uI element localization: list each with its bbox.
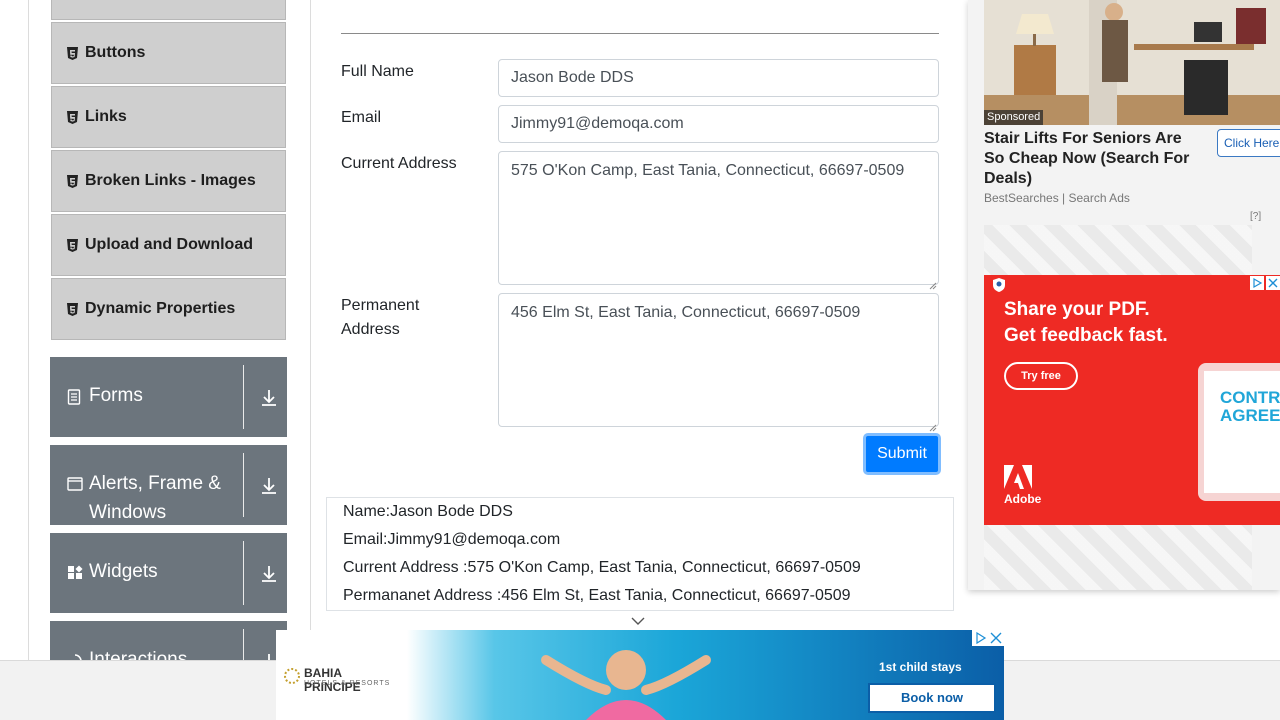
sidebar-item-upload-download[interactable]: Upload and Download <box>51 214 286 276</box>
sidebar-item-label: Dynamic Properties <box>85 300 236 317</box>
output-panel: Name:Jason Bode DDS Email:Jimmy91@demoqa… <box>326 497 954 611</box>
chevron-down-icon[interactable] <box>630 614 646 626</box>
permanent-address-textarea[interactable]: 456 Elm St, East Tania, Connecticut, 666… <box>498 293 939 432</box>
adobe-ad[interactable]: Share your PDF. Get feedback fast. Try f… <box>984 275 1280 525</box>
sidebar-item-label: Upload and Download <box>85 236 253 253</box>
stairlift-ad-source: BestSearches | Search Ads <box>984 191 1130 205</box>
document-icon <box>67 389 83 405</box>
left-divider <box>28 0 29 660</box>
html5-icon <box>66 174 79 188</box>
sidebar-group-interactions[interactable]: Interactions <box>50 621 287 660</box>
sidebar-item-links[interactable]: Links <box>51 86 286 148</box>
document-preview-title: CONTR AGREE <box>1220 389 1280 425</box>
bahia-principe-banner[interactable]: BAHIA PRINCIPE HOTELS & RESORTS 1st chil… <box>276 630 1004 720</box>
privacy-shield-icon[interactable] <box>992 277 1006 298</box>
html5-icon <box>66 238 79 252</box>
group-label: Forms <box>89 385 143 406</box>
sidebar-group-forms[interactable]: Forms <box>50 357 287 437</box>
output-email: Email:Jimmy91@demoqa.com <box>343 531 561 548</box>
widgets-icon <box>67 565 83 581</box>
group-label: Interactions <box>89 649 188 660</box>
group-label: Alerts, Frame & <box>89 473 221 494</box>
group-divider <box>243 453 244 517</box>
submit-button[interactable]: Submit <box>863 433 941 475</box>
bahia-principe-logo: BAHIA PRINCIPE HOTELS & RESORTS <box>276 630 396 720</box>
html5-icon <box>66 46 79 60</box>
window-icon <box>67 477 83 493</box>
sidebar-item-previous[interactable] <box>51 0 286 20</box>
current-address-value: 575 O'Kon Camp, East Tania, Connecticut,… <box>511 162 905 179</box>
adobe-ad-headline: Share your PDF. Get feedback fast. <box>1004 297 1168 349</box>
stairlift-ad-title[interactable]: Stair Lifts For Seniors Are So Cheap Now… <box>984 129 1204 189</box>
close-icon[interactable] <box>1266 276 1280 295</box>
resize-handle-icon[interactable] <box>929 275 937 290</box>
sidebar-item-label: Buttons <box>85 44 146 61</box>
group-divider <box>243 629 244 660</box>
form-separator <box>341 33 939 34</box>
html5-icon <box>66 110 79 124</box>
adobe-brand-label: Adobe <box>1004 492 1042 506</box>
page: Buttons Links Broken Links - Images Uplo… <box>0 0 1280 720</box>
sidebar: Buttons Links Broken Links - Images Uplo… <box>50 0 287 660</box>
group-label-line-2: Windows <box>89 502 167 523</box>
sidebar-item-dynamic-properties[interactable]: Dynamic Properties <box>51 278 286 340</box>
permanent-address-value: 456 Elm St, East Tania, Connecticut, 666… <box>511 304 861 321</box>
ad-column: Sponsored Stair Lifts For Seniors Are So… <box>968 0 1280 590</box>
ad-help-link[interactable]: [?] <box>1250 211 1261 222</box>
close-icon[interactable] <box>988 630 1004 646</box>
banner-tagline: 1st child stays <box>879 660 962 674</box>
adobe-ad-headline-line-1: Share your PDF. <box>1004 299 1150 320</box>
click-here-button[interactable]: Click Here <box>1217 129 1280 157</box>
group-divider <box>243 541 244 605</box>
sidebar-group-alerts[interactable]: Alerts, Frame & Windows <box>50 445 287 525</box>
full-name-label: Full Name <box>341 63 414 80</box>
permanent-address-label-line-2: Address <box>341 321 400 338</box>
group-label: Widgets <box>89 561 158 582</box>
current-address-textarea[interactable]: 575 O'Kon Camp, East Tania, Connecticut,… <box>498 151 939 290</box>
resize-handle-icon[interactable] <box>929 417 937 432</box>
output-current-address: Current Address :575 O'Kon Camp, East Ta… <box>343 559 861 576</box>
sidebar-group-widgets[interactable]: Widgets <box>50 533 287 613</box>
download-arrow-icon[interactable] <box>260 564 280 584</box>
sidebar-item-label: Broken Links - Images <box>85 172 256 189</box>
adchoices-icon[interactable] <box>972 630 988 646</box>
content-divider <box>310 0 311 660</box>
try-free-button[interactable]: Try free <box>1004 362 1078 390</box>
sidebar-item-broken-links[interactable]: Broken Links - Images <box>51 150 286 212</box>
output-permanent-address: Permananet Address :456 Elm St, East Tan… <box>343 587 851 604</box>
book-now-button[interactable]: Book now <box>868 683 996 713</box>
document-preview-title-line-1: CONTR <box>1220 388 1280 407</box>
full-name-input[interactable]: Jason Bode DDS <box>498 59 939 97</box>
sidebar-item-label: Links <box>85 108 127 125</box>
email-label: Email <box>341 109 382 126</box>
adobe-logo: Adobe <box>1004 465 1041 506</box>
stairlift-ad-image[interactable] <box>984 0 1280 125</box>
interactions-icon <box>67 653 83 660</box>
output-name: Name:Jason Bode DDS <box>343 503 513 520</box>
download-arrow-icon[interactable] <box>260 476 280 496</box>
html5-icon <box>66 302 79 316</box>
document-preview-title-line-2: AGREE <box>1220 406 1280 425</box>
current-address-label: Current Address <box>341 155 457 172</box>
adchoices-icon[interactable] <box>1250 276 1264 295</box>
email-input[interactable]: Jimmy91@demoqa.com <box>498 105 939 143</box>
download-arrow-icon[interactable] <box>260 388 280 408</box>
document-preview: CONTR AGREE <box>1198 363 1280 501</box>
permanent-address-label: Permanent <box>341 297 420 314</box>
bahia-brand-sub: HOTELS & RESORTS <box>304 680 391 687</box>
adobe-ad-headline-line-2: Get feedback fast. <box>1004 325 1168 346</box>
sidebar-item-buttons[interactable]: Buttons <box>51 22 286 84</box>
group-divider <box>243 365 244 429</box>
sponsored-tag: Sponsored <box>984 110 1044 125</box>
